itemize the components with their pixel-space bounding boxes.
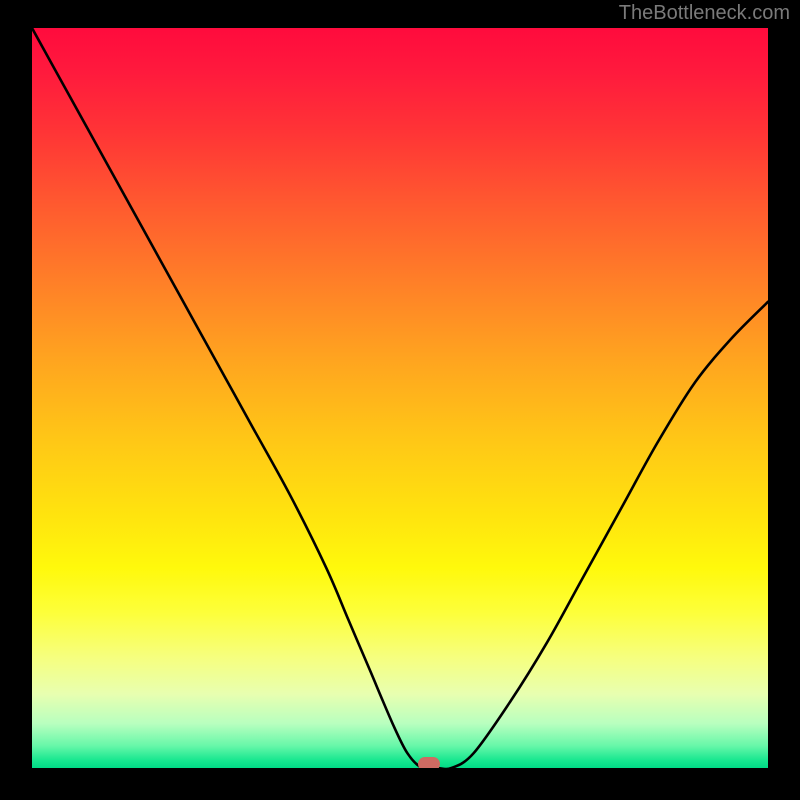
watermark-text: TheBottleneck.com xyxy=(619,2,790,25)
chart-frame: TheBottleneck.com xyxy=(0,0,800,800)
plot-area xyxy=(32,28,768,768)
optimal-marker xyxy=(418,757,440,768)
bottleneck-curve xyxy=(32,28,768,768)
